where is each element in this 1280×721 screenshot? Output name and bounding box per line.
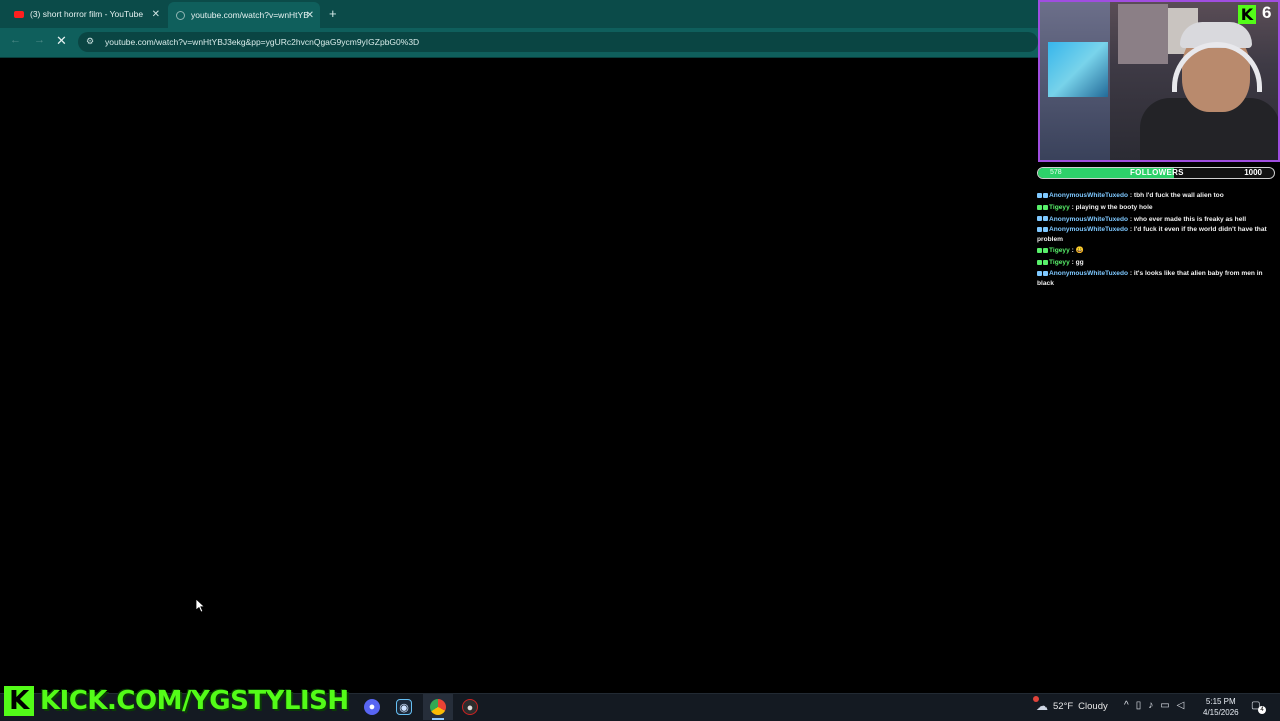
chat-username: Tigeyy bbox=[1049, 203, 1070, 211]
followers-goal: 1000 bbox=[1244, 168, 1262, 177]
new-tab-button[interactable]: + bbox=[329, 6, 337, 21]
chat-badge-icon bbox=[1043, 204, 1048, 210]
watermark-text: KICK.COM/YGSTYLISH bbox=[40, 686, 349, 716]
volume-icon[interactable]: ◁ bbox=[1177, 700, 1192, 711]
chat-message: Tigeyy : gg bbox=[1037, 257, 1277, 269]
followers-current: 578 bbox=[1050, 169, 1062, 176]
notification-count: 4 bbox=[1258, 706, 1266, 714]
chat-message: Tigeyy : 😀 bbox=[1037, 245, 1277, 257]
clock-time: 5:15 PM bbox=[1205, 697, 1236, 706]
chat-overlay: AnonymousWhiteTuxedo : tbh I'd fuck the … bbox=[1037, 190, 1277, 289]
chat-text: playing w the booty hole bbox=[1075, 203, 1153, 211]
chat-badge-icon bbox=[1037, 270, 1042, 276]
youtube-icon bbox=[14, 10, 24, 18]
address-bar[interactable]: ⚙ youtube.com/watch?v=wnHtYBJ3ekg&pp=ygU… bbox=[78, 32, 1038, 52]
chat-badge-icon bbox=[1043, 192, 1048, 198]
chat-message: AnonymousWhiteTuxedo : who ever made thi… bbox=[1037, 214, 1277, 226]
chat-badge-icon bbox=[1037, 259, 1042, 265]
browser-tab-strip: (3) short horror film - YouTube ✕ youtub… bbox=[0, 0, 1038, 28]
microphone-icon[interactable]: ♪ bbox=[1148, 700, 1160, 711]
chat-message: AnonymousWhiteTuxedo : tbh I'd fuck the … bbox=[1037, 190, 1277, 202]
chat-badge-icon bbox=[1037, 192, 1042, 198]
taskbar-clock[interactable]: 5:15 PM 4/15/2026 bbox=[1203, 696, 1239, 718]
mouse-cursor-icon bbox=[196, 599, 206, 613]
stop-loading-icon[interactable]: ✕ bbox=[56, 33, 67, 49]
forward-arrow-icon[interactable]: → bbox=[34, 34, 45, 46]
chat-badge-icon bbox=[1037, 227, 1042, 233]
weather-widget[interactable]: ☁ 52°F Cloudy bbox=[1033, 696, 1108, 713]
close-tab-icon[interactable]: ✕ bbox=[306, 10, 314, 21]
chat-badge-icon bbox=[1043, 270, 1048, 276]
tab-youtube-short-horror-film[interactable]: (3) short horror film - YouTube ✕ bbox=[6, 0, 166, 28]
chat-badge-icon bbox=[1037, 216, 1042, 222]
close-tab-icon[interactable]: ✕ bbox=[152, 9, 160, 20]
chat-username: AnonymousWhiteTuxedo bbox=[1049, 215, 1128, 223]
chat-text: gg bbox=[1075, 259, 1084, 267]
back-arrow-icon[interactable]: ← bbox=[10, 34, 21, 46]
chat-badge-icon bbox=[1037, 204, 1042, 210]
chat-username: AnonymousWhiteTuxedo bbox=[1049, 226, 1128, 234]
chat-text: tbh I'd fuck the wall alien too bbox=[1133, 192, 1224, 199]
chat-badge-icon bbox=[1043, 248, 1048, 254]
browser-toolbar: ← → ✕ ⚙ youtube.com/watch?v=wnHtYBJ3ekg&… bbox=[0, 28, 1038, 58]
kick-logo-icon: K bbox=[1238, 5, 1256, 24]
webcam-feed bbox=[1038, 0, 1280, 162]
tray-app-icon[interactable]: ▯ bbox=[1136, 700, 1149, 711]
chat-username: AnonymousWhiteTuxedo bbox=[1049, 269, 1128, 277]
site-info-icon[interactable]: ⚙ bbox=[86, 36, 94, 47]
followers-label: FOLLOWERS bbox=[1130, 168, 1184, 177]
discord-icon[interactable]: ● bbox=[364, 699, 380, 715]
tab-youtube-watch[interactable]: youtube.com/watch?v=wnHtYB ✕ bbox=[168, 2, 320, 28]
chevron-up-icon[interactable]: ^ bbox=[1124, 700, 1136, 711]
cloud-icon: ☁ bbox=[1033, 696, 1048, 713]
kick-logo-icon: K bbox=[4, 686, 34, 716]
chat-text: who ever made this is freaky as hell bbox=[1133, 215, 1247, 223]
network-icon[interactable]: ▭ bbox=[1160, 700, 1176, 711]
chat-badge-icon bbox=[1043, 227, 1048, 233]
chrome-icon[interactable] bbox=[430, 699, 446, 715]
followers-goal-bar: 578 FOLLOWERS 1000 bbox=[1037, 167, 1275, 179]
steam-icon[interactable]: ◉ bbox=[396, 699, 412, 715]
chat-badge-icon bbox=[1037, 248, 1042, 254]
chat-username: Tigeyy bbox=[1049, 259, 1070, 267]
viewer-count: 6 bbox=[1262, 3, 1272, 22]
chat-text: 😀 bbox=[1075, 247, 1084, 255]
tab-title: (3) short horror film - YouTube bbox=[30, 9, 144, 19]
clock-date: 4/15/2026 bbox=[1203, 708, 1239, 717]
loading-globe-icon bbox=[176, 10, 185, 20]
weather-temp: 52°F bbox=[1053, 700, 1074, 712]
obs-icon[interactable]: ● bbox=[462, 699, 478, 715]
chat-message: AnonymousWhiteTuxedo : I'd fuck it even … bbox=[1037, 226, 1267, 244]
url-text[interactable]: youtube.com/watch?v=wnHtYBJ3ekg&pp=ygURc… bbox=[105, 37, 419, 47]
weather-condition: Cloudy bbox=[1078, 700, 1108, 712]
tab-title: youtube.com/watch?v=wnHtYB bbox=[191, 10, 309, 20]
chat-username: AnonymousWhiteTuxedo bbox=[1049, 192, 1128, 199]
kick-channel-watermark: K KICK.COM/YGSTYLISH bbox=[4, 684, 349, 718]
chat-username: Tigeyy bbox=[1049, 247, 1070, 255]
chat-badge-icon bbox=[1043, 216, 1048, 222]
chat-message: Tigeyy : playing w the booty hole bbox=[1037, 202, 1277, 214]
chat-message: AnonymousWhiteTuxedo : it's looks like t… bbox=[1037, 269, 1263, 287]
chat-badge-icon bbox=[1043, 259, 1048, 265]
system-tray[interactable]: ^▯♪▭◁ bbox=[1124, 700, 1191, 711]
